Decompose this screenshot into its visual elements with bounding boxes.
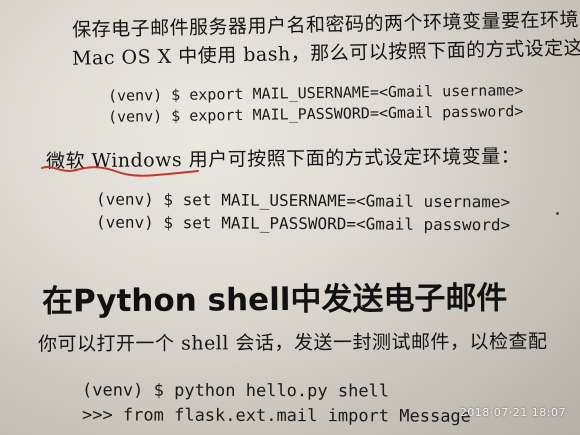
code-set-password: (venv) $ set MAIL_PASSWORD=<Gmail passwo… (95, 212, 511, 235)
code-import-message: >>> from flask.ext.mail import Message (81, 405, 471, 427)
paper-speck (556, 212, 559, 215)
code-run-shell: (venv) $ python hello.py shell (81, 380, 390, 402)
photo-timestamp: 2018·07·21 18:07 (459, 406, 566, 419)
book-page: 保存电子邮件服务器用户名和密码的两个环境变量要在环境 Mac OS X 中使用 … (0, 0, 580, 435)
red-pen-underline (41, 166, 199, 177)
code-set-username: (venv) $ set MAIL_USERNAME=<Gmail userna… (95, 189, 511, 212)
code-export-password: (venv) $ export MAIL_PASSWORD=<Gmail pas… (107, 102, 524, 126)
code-export-username: (venv) $ export MAIL_USERNAME=<Gmail use… (107, 81, 524, 105)
section-heading: 在Python shell中发送电子邮件 (41, 280, 508, 320)
shell-intro-line: 你可以打开一个 shell 会话，发送一封测试邮件，以检查配 (37, 330, 548, 356)
